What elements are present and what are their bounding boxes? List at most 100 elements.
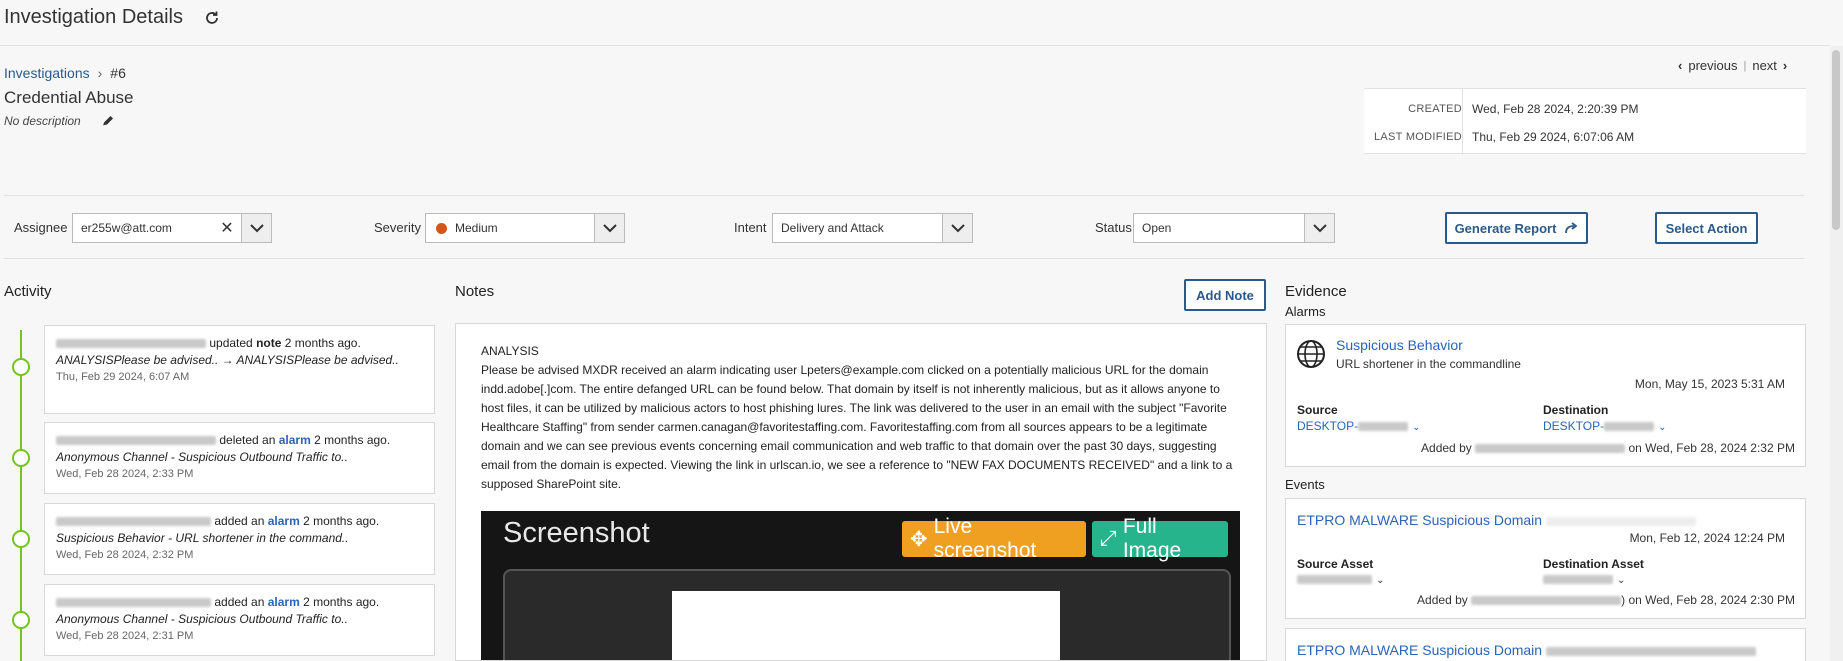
intent-select[interactable]: Delivery and Attack [772, 213, 973, 243]
alarm-time: Mon, May 15, 2023 5:31 AM [1634, 377, 1785, 391]
redacted-user [56, 598, 211, 608]
severity-select[interactable]: Medium [425, 213, 625, 243]
top-bar [0, 0, 1830, 46]
clear-icon[interactable]: ✕ [217, 218, 237, 238]
chevron-down-icon[interactable]: ⌄ [1617, 575, 1625, 586]
expand-icon: ⤢ [1100, 527, 1117, 550]
timeline-dot-icon [12, 611, 30, 629]
activity-time: Wed, Feb 28 2024, 2:32 PM [56, 549, 194, 561]
activity-heading: Activity [4, 283, 52, 300]
status-select[interactable]: Open [1133, 213, 1335, 243]
severity-label: Severity [374, 220, 421, 235]
activity-action: added an [214, 595, 265, 609]
destination-asset-label: Destination Asset [1543, 557, 1644, 571]
chevron-left-icon[interactable]: ‹ [1678, 58, 1682, 73]
next-link[interactable]: next [1752, 58, 1777, 73]
activity-item: added an alarm 2 months ago. Suspicious … [44, 503, 435, 575]
select-action-button[interactable]: Select Action [1655, 212, 1758, 244]
alarm-description: URL shortener in the commandline [1336, 357, 1521, 371]
notes-heading: Notes [455, 283, 495, 300]
activity-action: updated [209, 336, 253, 350]
destination-host[interactable]: DESKTOP- ⌄ [1543, 419, 1667, 433]
chevron-down-icon[interactable] [1304, 214, 1334, 242]
pager-divider: | [1743, 59, 1747, 72]
breadcrumb-separator-icon: › [97, 65, 103, 81]
breadcrumb-investigations-link[interactable]: Investigations [4, 65, 90, 81]
activity-object: note [256, 336, 282, 350]
alarm-link[interactable]: alarm [279, 433, 311, 447]
investigation-title: Credential Abuse [4, 88, 134, 107]
activity-item: added an alarm 2 months ago. Anonymous C… [44, 584, 435, 656]
assignee-label: Assignee [14, 220, 68, 235]
screenshot-image: Screenshot ✥ Live screenshot ⤢ Full Image [481, 511, 1240, 660]
chevron-down-icon[interactable]: ⌄ [1412, 422, 1420, 433]
redacted-text [1545, 646, 1756, 656]
assignee-value: er255w@att.com [81, 221, 172, 235]
scrollbar-thumb[interactable] [1832, 50, 1840, 230]
modified-value: Thu, Feb 29 2024, 6:07:06 AM [1472, 129, 1635, 144]
event-time: Mon, Feb 12, 2024 12:24 PM [1629, 531, 1785, 545]
activity-action: added an [214, 514, 265, 528]
generate-report-label: Generate Report [1454, 220, 1557, 236]
full-image-button: ⤢ Full Image [1092, 515, 1228, 562]
alarm-link[interactable]: alarm [268, 595, 300, 609]
redacted-host [1604, 422, 1655, 432]
activity-detail: Anonymous Channel - Suspicious Outbound … [56, 450, 348, 464]
add-note-label: Add Note [1196, 287, 1254, 303]
alarm-name-link[interactable]: Suspicious Behavior [1336, 337, 1463, 353]
chevron-down-icon[interactable] [241, 214, 271, 242]
generate-report-button[interactable]: Generate Report [1445, 212, 1588, 244]
timeline-dot-icon [12, 358, 30, 376]
event-name-link[interactable]: ETPRO MALWARE Suspicious Domain [1297, 642, 1756, 658]
destination-label: Destination [1543, 403, 1609, 417]
edit-pencil-icon[interactable] [101, 114, 115, 128]
intent-label: Intent [734, 220, 767, 235]
alarm-added-by: Added by on Wed, Feb 28, 2024 2:32 PM [1421, 441, 1795, 455]
status-label: Status [1095, 220, 1132, 235]
chevron-down-icon[interactable]: ⌄ [1658, 422, 1666, 433]
event-name-text: ETPRO MALWARE Suspicious Domain [1297, 512, 1543, 528]
severity-dot-icon [436, 222, 447, 234]
event-name-link[interactable]: ETPRO MALWARE Suspicious Domain [1297, 512, 1696, 528]
refresh-icon[interactable] [204, 10, 220, 26]
chevron-down-icon[interactable] [942, 214, 972, 242]
chevron-down-icon[interactable]: ⌄ [1376, 575, 1384, 586]
event-card: ETPRO MALWARE Suspicious Domain [1285, 628, 1806, 661]
live-screenshot-label: Live screenshot [933, 515, 1037, 562]
redacted-host [1543, 575, 1613, 585]
redacted-text [1545, 516, 1696, 526]
screenshot-title: Screenshot [503, 517, 650, 549]
meta-modified-row: LAST MODIFIED Thu, Feb 29 2024, 6:07:06 … [1364, 122, 1806, 151]
full-image-label: Full Image [1122, 515, 1182, 562]
activity-ago: 2 months ago. [284, 336, 361, 350]
redacted-host [1297, 575, 1372, 585]
activity-detail: ANALYSISPlease be advised.. → ANALYSISPl… [56, 353, 399, 367]
timeline-dot-icon [12, 449, 30, 467]
activity-ago: 2 months ago. [314, 433, 391, 447]
share-arrow-icon [1565, 222, 1578, 234]
page-title: Investigation Details [4, 6, 183, 28]
created-value: Wed, Feb 28 2024, 2:20:39 PM [1472, 101, 1639, 116]
event-card: ETPRO MALWARE Suspicious Domain Mon, Feb… [1285, 498, 1806, 619]
source-label: Source [1297, 403, 1338, 417]
added-by-suffix: ) on Wed, Feb 28, 2024 2:30 PM [1621, 593, 1795, 607]
crosshair-icon: ✥ [910, 527, 928, 551]
meta-created-row: CREATED Wed, Feb 28 2024, 2:20:39 PM [1364, 94, 1806, 123]
alarm-link[interactable]: alarm [268, 514, 300, 528]
pager: ‹ previous | next › [1678, 58, 1787, 73]
destination-asset[interactable]: ⌄ [1543, 572, 1625, 586]
severity-value: Medium [455, 221, 498, 235]
activity-detail: Anonymous Channel - Suspicious Outbound … [56, 612, 348, 626]
screenshot-page [672, 591, 1060, 660]
source-asset[interactable]: ⌄ [1297, 572, 1384, 586]
add-note-button[interactable]: Add Note [1184, 279, 1266, 311]
source-host[interactable]: DESKTOP- ⌄ [1297, 419, 1421, 433]
assignee-select[interactable]: er255w@att.com ✕ [72, 213, 272, 243]
activity-time: Wed, Feb 28 2024, 2:31 PM [56, 630, 194, 642]
created-label: CREATED [1408, 102, 1462, 115]
redacted-user [56, 436, 216, 446]
chevron-right-icon[interactable]: › [1783, 58, 1787, 73]
breadcrumb-current: #6 [110, 65, 126, 81]
previous-link[interactable]: previous [1688, 58, 1737, 73]
chevron-down-icon[interactable] [594, 214, 624, 242]
